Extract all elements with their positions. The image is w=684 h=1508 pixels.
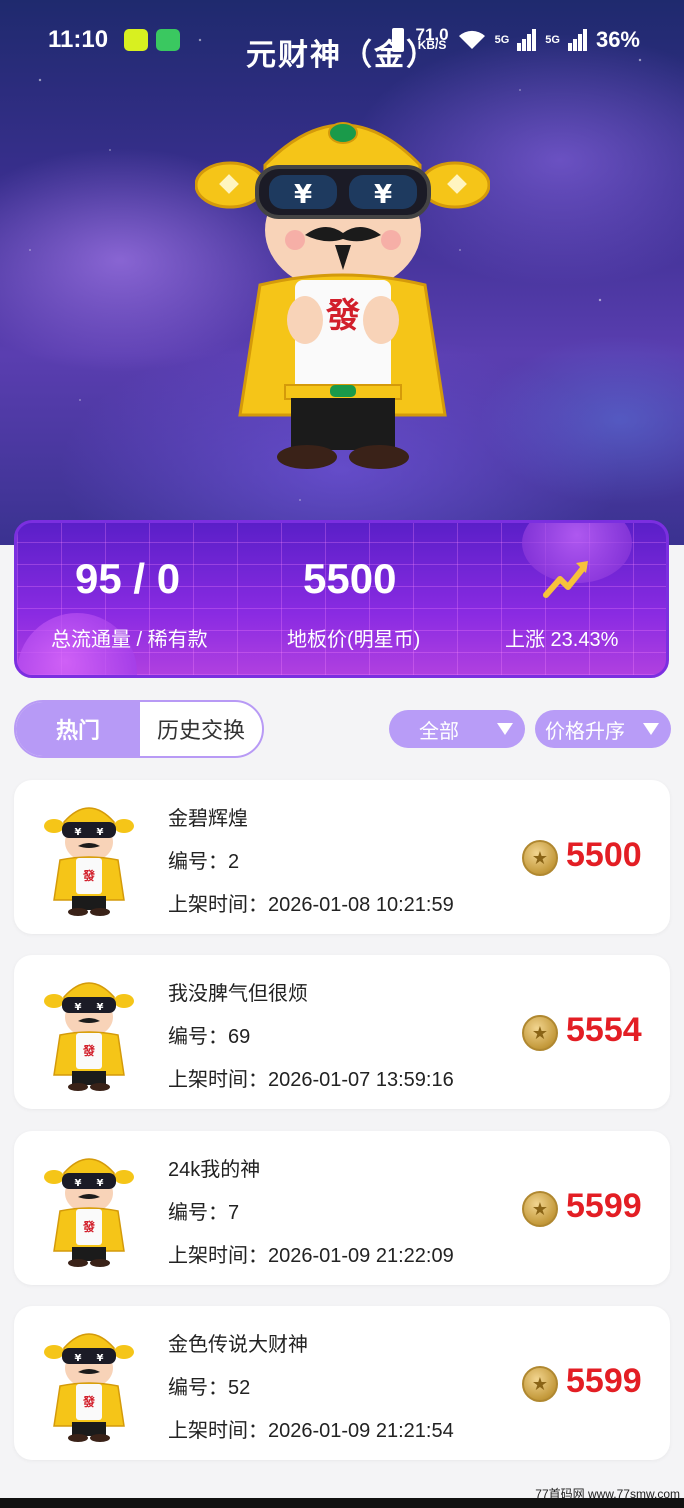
listing-price: 5554	[566, 1011, 642, 1049]
listing-name: 金碧辉煌	[168, 808, 248, 830]
svg-text:¥: ¥	[97, 1178, 104, 1189]
listing-time: 上架时间：2026-01-08 10:21:59	[168, 894, 454, 916]
listing-price: 5599	[566, 1187, 642, 1225]
status-bar: 11:10 71.0 KB/S 5G 5G 36%	[48, 22, 640, 58]
svg-text:發: 發	[82, 868, 96, 883]
listing-thumbnail: ¥ ¥ 發	[44, 1324, 134, 1442]
svg-text:¥: ¥	[75, 1178, 82, 1189]
svg-text:¥: ¥	[75, 1353, 82, 1364]
svg-text:發: 發	[82, 1043, 96, 1058]
listing-id: 编号：52	[168, 1377, 251, 1399]
svg-text:發: 發	[82, 1219, 96, 1234]
svg-text:發: 發	[325, 296, 360, 336]
svg-text:¥: ¥	[97, 1353, 104, 1364]
message-notification-icon	[156, 29, 181, 51]
bottom-bar	[0, 1498, 684, 1508]
svg-text:¥: ¥	[75, 827, 82, 838]
tab-hot[interactable]: 热门	[16, 702, 140, 756]
chevron-down-icon	[643, 723, 659, 735]
signal-label-2: 5G	[545, 34, 560, 46]
circulation-value: 95 / 0	[75, 555, 181, 602]
signal-icon-2	[567, 29, 587, 51]
listing-price: 5500	[566, 836, 642, 874]
caishen-mascot-image: ¥ ¥ 發	[195, 122, 490, 469]
trend-up-icon	[543, 561, 588, 598]
listing-time: 上架时间：2026-01-09 21:22:09	[168, 1245, 454, 1267]
listing-price: 5599	[566, 1362, 642, 1400]
coin-icon: ★	[522, 840, 558, 876]
svg-text:¥: ¥	[294, 180, 312, 210]
listing-thumbnail: ¥ ¥ 發	[44, 798, 134, 916]
listing-thumbnail: ¥ ¥ 發	[44, 973, 134, 1091]
hero-banner: 11:10 71.0 KB/S 5G 5G 36% 元财神（金） ¥ ¥ 發	[0, 0, 684, 545]
sort-dropdown[interactable]: 价格升序	[535, 710, 671, 748]
listing-name: 我没脾气但很烦	[168, 983, 308, 1005]
listing-id: 编号：2	[168, 851, 240, 873]
signal-label-1: 5G	[494, 34, 510, 46]
net-speed: 71.0 KB/S	[415, 25, 449, 52]
app-notification-icon	[124, 29, 149, 51]
svg-text:¥: ¥	[374, 180, 392, 210]
svg-text:發: 發	[82, 1394, 96, 1409]
listing-name: 24k我的神	[168, 1159, 261, 1181]
phone-vibrate-icon	[392, 28, 405, 52]
listing-thumbnail: ¥ ¥ 發	[44, 1149, 134, 1267]
tab-history[interactable]: 历史交换	[140, 702, 262, 756]
category-dropdown-label: 全部	[419, 720, 459, 743]
coin-icon: ★	[522, 1015, 558, 1051]
sort-dropdown-label: 价格升序	[545, 720, 625, 743]
listing-card[interactable]: ¥ ¥ 發 24k我的神 编号：7 上架时间：2026-01-09 21:22:09…	[14, 1131, 670, 1285]
wifi-icon	[458, 30, 485, 49]
listing-card[interactable]: ¥ ¥ 發 我没脾气但很烦 编号：69 上架时间：2026-01-07 13:59:…	[14, 955, 670, 1109]
listing-card[interactable]: ¥ ¥ 發 金色传说大财神 编号：52 上架时间：2026-01-09 21:21:…	[14, 1306, 670, 1460]
signal-icon	[517, 29, 537, 51]
floor-price-value: 5500	[303, 555, 397, 602]
listing-time: 上架时间：2026-01-07 13:59:16	[168, 1069, 454, 1091]
battery-level: 36%	[595, 27, 640, 52]
listing-id: 编号：7	[168, 1202, 240, 1224]
rise-label: 上涨 23.43%	[505, 629, 619, 651]
stats-panel: 95 / 0 5500 总流通量 / 稀有款 地板价(明星币) 上涨 23.43…	[14, 520, 669, 678]
category-dropdown[interactable]: 全部	[389, 710, 525, 748]
chevron-down-icon	[497, 723, 513, 735]
svg-text:¥: ¥	[75, 1002, 82, 1013]
coin-icon: ★	[522, 1366, 558, 1402]
listing-name: 金色传说大财神	[168, 1334, 308, 1356]
floor-price-label: 地板价(明星币)	[287, 629, 421, 651]
listing-id: 编号：69	[168, 1026, 251, 1048]
segmented-tabs: 热门 历史交换	[14, 700, 264, 758]
status-time: 11:10	[48, 26, 109, 53]
coin-icon: ★	[522, 1191, 558, 1227]
svg-text:¥: ¥	[97, 827, 104, 838]
listing-card[interactable]: ¥ ¥ 發 金碧辉煌编号：2 上架时间：2026-01-08 10:21:59 ★ 5…	[14, 780, 670, 934]
listing-time: 上架时间：2026-01-09 21:21:54	[168, 1420, 454, 1442]
circulation-label: 总流通量 / 稀有款	[51, 629, 208, 651]
svg-text:¥: ¥	[97, 1002, 104, 1013]
